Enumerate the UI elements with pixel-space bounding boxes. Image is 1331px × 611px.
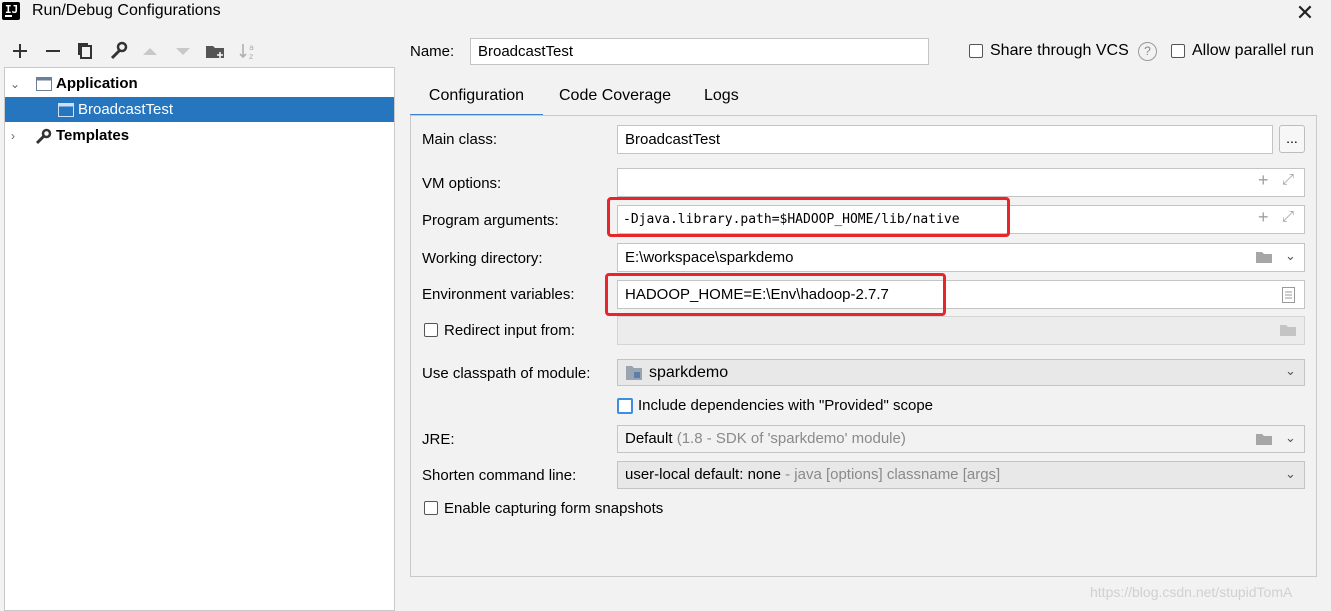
chevron-down-icon[interactable]: ⌄ (1285, 363, 1296, 379)
move-down-icon (172, 40, 194, 62)
include-dependencies-checkbox[interactable] (617, 398, 633, 414)
shorten-hint: - java [options] classname [args] (785, 466, 1001, 483)
classpath-module-select[interactable]: sparkdemo ⌄ (617, 359, 1305, 386)
main-class-input[interactable]: BroadcastTest (617, 125, 1273, 154)
name-value: BroadcastTest (478, 43, 574, 60)
main-class-value: BroadcastTest (625, 131, 721, 148)
move-up-icon (139, 40, 161, 62)
chevron-down-icon[interactable]: ⌄ (10, 71, 20, 91)
add-icon[interactable]: + (1258, 170, 1269, 191)
folder-icon[interactable] (1255, 433, 1273, 446)
name-input[interactable]: BroadcastTest (470, 38, 929, 65)
configuration-tree[interactable]: ⌄ Application BroadcastTest › Templates (4, 67, 395, 611)
folder-icon (1280, 325, 1296, 336)
tree-label-broadcasttest: BroadcastTest (78, 101, 174, 118)
svg-text:a: a (249, 43, 254, 52)
chevron-down-icon[interactable]: ⌄ (1285, 466, 1296, 482)
redirect-input-label: Redirect input from: (444, 322, 575, 339)
help-icon[interactable]: ? (1138, 42, 1157, 61)
working-directory-input[interactable]: E:\workspace\sparkdemo ⌄ (617, 243, 1305, 272)
tab-configuration[interactable]: Configuration (410, 84, 543, 118)
allow-parallel-checkbox[interactable] (1171, 44, 1185, 58)
module-folder-icon (626, 366, 642, 380)
vm-options-label: VM options: (422, 175, 502, 192)
redirect-input-field (617, 316, 1305, 345)
wrench-icon (35, 128, 52, 145)
folder-icon[interactable] (1255, 251, 1273, 264)
chevron-down-icon[interactable]: ⌄ (1285, 430, 1296, 446)
wrench-icon[interactable] (107, 40, 129, 62)
svg-text:z: z (249, 52, 253, 61)
share-vcs-checkbox[interactable] (969, 44, 983, 58)
working-directory-label: Working directory: (422, 250, 543, 267)
share-vcs-label: Share through VCS (990, 42, 1129, 59)
shorten-command-line-label: Shorten command line: (422, 467, 577, 484)
program-arguments-label: Program arguments: (422, 212, 559, 229)
sort-icon: az (237, 40, 259, 62)
name-label: Name: (410, 43, 455, 60)
new-folder-icon[interactable] (204, 40, 226, 62)
chevron-right-icon[interactable]: › (11, 123, 21, 143)
remove-icon[interactable] (42, 40, 64, 62)
jre-select[interactable]: Default (1.8 - SDK of 'sparkdemo' module… (617, 425, 1305, 453)
tab-code-coverage[interactable]: Code Coverage (559, 84, 671, 114)
capture-snapshots-checkbox[interactable] (424, 501, 438, 515)
copy-icon[interactable] (74, 40, 96, 62)
tree-node-broadcasttest[interactable]: BroadcastTest (5, 97, 394, 122)
browse-main-class-button[interactable]: ... (1279, 125, 1305, 153)
close-icon[interactable]: ✕ (1294, 0, 1316, 26)
add-icon[interactable]: + (1258, 207, 1269, 228)
highlight-box-program-arguments (607, 197, 1010, 237)
intellij-app-icon: IJ (0, 0, 23, 23)
tree-label-application: Application (56, 75, 138, 92)
application-config-icon (58, 103, 74, 117)
application-icon (36, 77, 52, 91)
title-bar: IJ Run/Debug Configurations ✕ (0, 0, 1331, 26)
expand-icon[interactable]: ⤢ (1282, 171, 1294, 188)
tree-label-templates: Templates (56, 127, 130, 144)
environment-variables-label: Environment variables: (422, 286, 575, 303)
working-directory-value: E:\workspace\sparkdemo (625, 249, 794, 266)
add-icon[interactable] (9, 40, 31, 62)
classpath-module-value: sparkdemo (649, 364, 729, 381)
highlight-box-environment-variables (605, 273, 946, 316)
shorten-value: user-local default: none (625, 466, 781, 483)
chevron-down-icon[interactable]: ⌄ (1285, 248, 1296, 264)
tree-node-templates[interactable]: › Templates (5, 123, 394, 149)
document-icon[interactable] (1282, 287, 1295, 303)
window-title: Run/Debug Configurations (32, 2, 221, 19)
allow-parallel-label: Allow parallel run (1192, 42, 1314, 59)
include-dependencies-label: Include dependencies with "Provided" sco… (638, 397, 934, 414)
shorten-command-line-select[interactable]: user-local default: none - java [options… (617, 461, 1305, 489)
expand-icon[interactable]: ⤢ (1282, 208, 1294, 225)
tab-logs[interactable]: Logs (704, 84, 739, 114)
vm-options-input[interactable]: + ⤢ (617, 168, 1305, 197)
tree-node-application[interactable]: ⌄ Application (5, 71, 394, 97)
jre-label: JRE: (422, 431, 455, 448)
watermark: https://blog.csdn.net/stupidTomA (1090, 584, 1293, 600)
jre-value: Default (625, 430, 673, 447)
main-class-label: Main class: (422, 131, 498, 148)
jre-hint: (1.8 - SDK of 'sparkdemo' module) (676, 430, 906, 447)
redirect-input-checkbox[interactable] (424, 323, 438, 337)
capture-snapshots-label: Enable capturing form snapshots (444, 500, 664, 517)
classpath-module-label: Use classpath of module: (422, 365, 591, 382)
